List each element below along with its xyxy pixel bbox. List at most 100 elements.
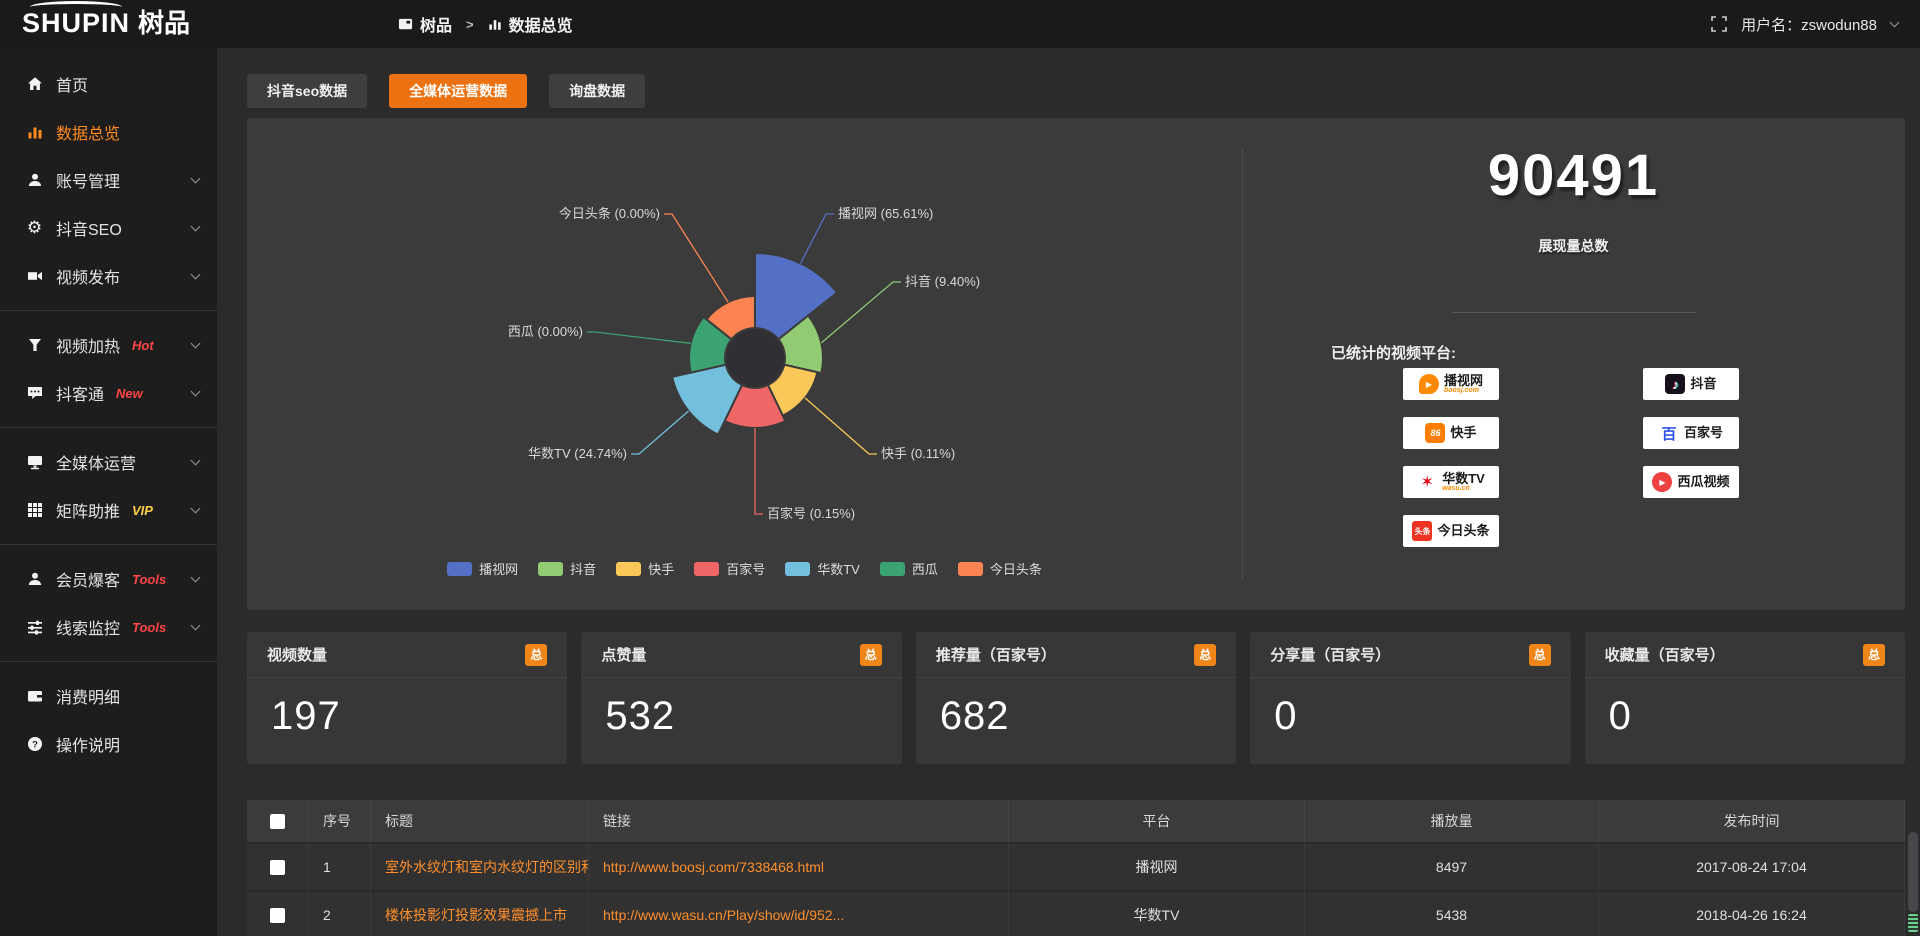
- sidebar-item-label: 会员爆客: [56, 567, 120, 591]
- app-grid-icon: [398, 17, 413, 32]
- legend-item-抖音[interactable]: 抖音: [538, 559, 596, 578]
- total-badge: 总: [860, 644, 882, 666]
- chevron-down-icon[interactable]: [1890, 17, 1900, 27]
- bar-chart-icon: [488, 17, 502, 31]
- sidebar-item-help[interactable]: ? 操作说明: [0, 720, 217, 768]
- sidebar-item-label: 抖客通: [56, 381, 104, 405]
- sliders-icon: [26, 619, 43, 636]
- title-link-cell[interactable]: 室外水纹灯和室内水纹灯的区别和简介: [371, 844, 589, 890]
- sidebar-divider: [0, 310, 217, 311]
- stat-value: 0: [1250, 678, 1570, 739]
- platform-badge-wasu: ✶ 华数TVwasu.cn: [1403, 466, 1499, 498]
- sidebar-item-omnimedia-operation[interactable]: 全媒体运营: [0, 438, 217, 486]
- platform-name: 今日头条: [1437, 524, 1489, 538]
- total-impressions-value: 90491: [1242, 142, 1905, 209]
- stat-card-header: 点赞量 总: [581, 632, 901, 678]
- sidebar-item-label: 操作说明: [56, 732, 120, 756]
- sidebar-item-member-baoke[interactable]: 会员爆客 Tools: [0, 555, 217, 603]
- label-line-今日头条: [664, 214, 728, 302]
- fullscreen-icon[interactable]: [1711, 16, 1727, 32]
- row-checkbox[interactable]: [270, 860, 285, 875]
- platform-name: 华数TV: [1442, 472, 1485, 486]
- scrollbar-marker: [1908, 914, 1918, 932]
- kuaishou-logo-icon: 86: [1425, 423, 1445, 443]
- sidebar-item-video-heating[interactable]: 视频加热 Hot: [0, 321, 217, 369]
- breadcrumb-root-label: 树品: [420, 12, 452, 36]
- chevron-down-icon: [191, 455, 201, 465]
- pie-label-播视网: 播视网 (65.61%): [838, 206, 933, 221]
- label-line-播视网: [801, 214, 834, 263]
- url-link-cell[interactable]: http://www.wasu.cn/Play/show/id/952...: [589, 892, 1009, 936]
- stat-label: 点赞量: [601, 644, 646, 665]
- legend-item-播视网[interactable]: 播视网: [447, 559, 518, 578]
- bar-chart-icon: [26, 124, 43, 141]
- platform-badge-xigua: ▶ 西瓜视频: [1643, 466, 1739, 498]
- sidebar-item-doketong[interactable]: 抖客通 New: [0, 369, 217, 417]
- sidebar-item-spending-details[interactable]: 消费明细: [0, 672, 217, 720]
- scrollbar-thumb[interactable]: [1908, 832, 1918, 912]
- sidebar-item-matrix-boost[interactable]: 矩阵助推 VIP: [0, 486, 217, 534]
- row-checkbox[interactable]: [270, 908, 285, 923]
- platform-sub: wasu.cn: [1442, 485, 1470, 492]
- legend-item-西瓜[interactable]: 西瓜: [880, 559, 938, 578]
- chevron-down-icon: [191, 338, 201, 348]
- tab-2[interactable]: 全媒体运营数据: [389, 74, 527, 108]
- stat-card-4: 分享量（百家号）总0: [1250, 632, 1570, 764]
- platform-badge-boosj: ▶ 播视网boosj.com: [1403, 368, 1499, 400]
- sidebar-item-label: 首页: [56, 72, 88, 96]
- stat-label: 收藏量（百家号）: [1605, 644, 1725, 665]
- legend-label: 播视网: [479, 559, 518, 578]
- panel-divider: [1242, 148, 1243, 580]
- sidebar-item-home[interactable]: 首页: [0, 60, 217, 108]
- platform-logo-grid: ▶ 播视网boosj.com ♪ 抖音 86 快手 百 百家号 ✶ 华数TV: [1403, 368, 1739, 547]
- username-label[interactable]: 用户名：zswodun88: [1741, 14, 1877, 35]
- row-checkbox[interactable]: [270, 814, 285, 829]
- platform-badge-douyin: ♪ 抖音: [1643, 368, 1739, 400]
- sidebar-item-data-overview[interactable]: 数据总览: [0, 108, 217, 156]
- platform-share-rose-chart: 播视网 (65.61%)抖音 (9.40%)快手 (0.11%)百家号 (0.1…: [247, 118, 1242, 610]
- checkbox-cell: [247, 892, 309, 936]
- overview-panel: 播视网 (65.61%)抖音 (9.40%)快手 (0.11%)百家号 (0.1…: [247, 118, 1905, 610]
- column-header-6: 发布时间: [1599, 800, 1905, 842]
- column-header-4: 平台: [1009, 800, 1305, 842]
- platform-name: 播视网: [1444, 374, 1483, 388]
- stat-card-5: 收藏量（百家号）总0: [1585, 632, 1905, 764]
- gear-icon: ⚙: [26, 220, 43, 237]
- stat-value: 0: [1585, 678, 1905, 739]
- sidebar-item-account-management[interactable]: 账号管理: [0, 156, 217, 204]
- platforms-label: 已统计的视频平台:: [1331, 342, 1456, 363]
- legend-item-百家号[interactable]: 百家号: [694, 559, 765, 578]
- column-header-1: 序号: [309, 800, 371, 842]
- stat-value: 197: [247, 678, 567, 739]
- baijiahao-logo-icon: 百: [1659, 423, 1679, 443]
- select-all-cell: [247, 800, 309, 842]
- legend-item-快手[interactable]: 快手: [616, 559, 674, 578]
- app-logo[interactable]: SHUPIN 树品: [22, 7, 190, 39]
- platform-badge-toutiao: 头条 今日头条: [1403, 515, 1499, 547]
- breadcrumb-root[interactable]: 树品: [398, 12, 452, 36]
- sidebar-item-video-publish[interactable]: 视频发布: [0, 252, 217, 300]
- legend-item-今日头条[interactable]: 今日头条: [958, 559, 1042, 578]
- platform-cell: 播视网: [1009, 844, 1305, 890]
- title-link-cell[interactable]: 楼体投影灯投影效果震撼上市: [371, 892, 589, 936]
- platform-badge-baijiahao: 百 百家号: [1643, 417, 1739, 449]
- svg-text:?: ?: [32, 739, 38, 750]
- legend-label: 今日头条: [990, 559, 1042, 578]
- column-header-3: 链接: [589, 800, 1009, 842]
- chevron-down-icon: [191, 386, 201, 396]
- url-link-cell[interactable]: http://www.boosj.com/7338468.html: [589, 844, 1009, 890]
- sidebar-item-label: 消费明细: [56, 684, 120, 708]
- tools-badge: Tools: [132, 572, 166, 587]
- tab-3[interactable]: 询盘数据: [549, 74, 645, 108]
- stat-card-1: 视频数量总197: [247, 632, 567, 764]
- sidebar-item-lead-monitoring[interactable]: 线索监控 Tools: [0, 603, 217, 651]
- chevron-down-icon: [191, 503, 201, 513]
- new-badge: New: [116, 386, 143, 401]
- chevron-down-icon: [191, 620, 201, 630]
- tab-1[interactable]: 抖音seo数据: [247, 74, 367, 108]
- breadcrumb-current[interactable]: 数据总览: [488, 12, 573, 36]
- sidebar-item-douyin-seo[interactable]: ⚙ 抖音SEO: [0, 204, 217, 252]
- topbar-right: 用户名：zswodun88: [1711, 0, 1898, 48]
- person-icon: [26, 571, 43, 588]
- legend-item-华数TV[interactable]: 华数TV: [785, 559, 860, 578]
